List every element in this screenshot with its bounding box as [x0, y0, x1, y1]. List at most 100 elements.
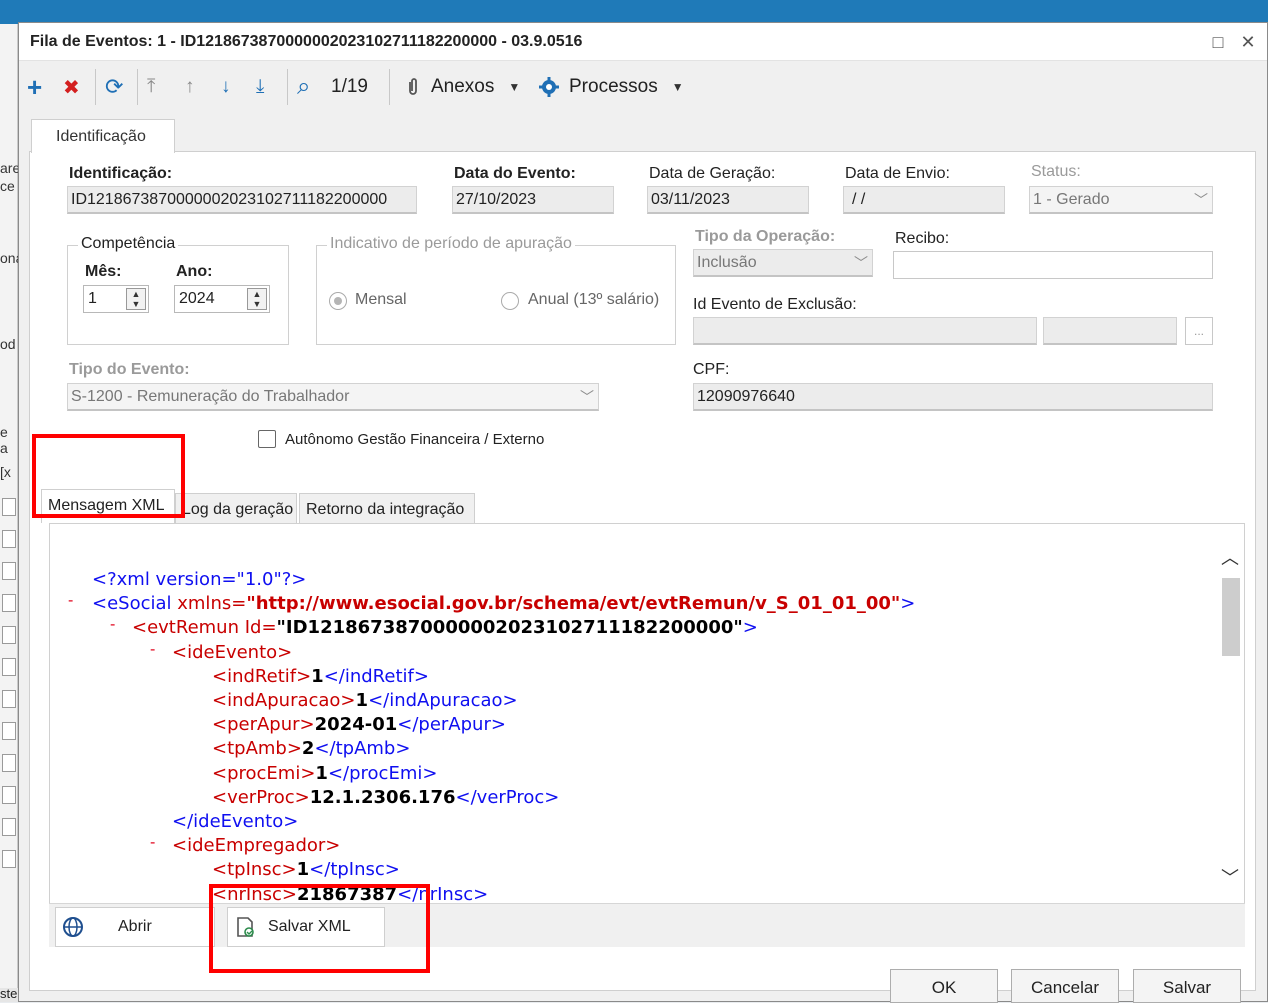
background-checkbox[interactable]	[2, 594, 16, 612]
status-label: Status:	[1031, 163, 1081, 180]
data-evento-field[interactable]: 27/10/2023	[452, 186, 614, 214]
delete-icon[interactable]: ✖	[63, 71, 80, 103]
scroll-up-icon[interactable]: ︿	[1220, 544, 1240, 568]
attachments-label: Anexos	[431, 76, 495, 97]
background-text-fragment: e a	[0, 424, 8, 456]
first-record-icon[interactable]: ⤒	[147, 71, 155, 103]
cpf-field[interactable]: 12090976640	[693, 383, 1213, 411]
xml-declaration: <?xml version="1.0"?>	[92, 569, 307, 590]
id-evento-exclusao-secondary-field[interactable]	[1043, 317, 1177, 345]
gear-icon	[539, 77, 559, 97]
previous-record-icon[interactable]: ↑	[185, 71, 195, 103]
processes-button[interactable]: Processos ▼	[539, 71, 684, 103]
background-checkbox[interactable]	[2, 722, 16, 740]
refresh-icon[interactable]: ⟳	[105, 71, 123, 103]
background-checkbox[interactable]	[2, 786, 16, 804]
tab-retorno-integracao[interactable]: Retorno da integração	[299, 493, 475, 523]
xml-tpamb: <tpAmb>2</tpAmb>	[212, 738, 411, 759]
recibo-field[interactable]	[893, 251, 1213, 279]
cancel-button[interactable]: Cancelar	[1011, 969, 1119, 1003]
background-checkbox[interactable]	[2, 754, 16, 772]
collapse-toggle[interactable]: -	[68, 592, 73, 610]
ano-stepper[interactable]: 2024 ▲ ▼	[174, 285, 270, 313]
toolbar-separator	[137, 69, 138, 105]
scroll-thumb[interactable]	[1222, 578, 1240, 656]
anual-radio[interactable]	[501, 292, 519, 310]
globe-icon	[63, 917, 83, 937]
recibo-label: Recibo:	[895, 230, 950, 247]
background-text-fragment: [x	[0, 464, 11, 480]
anual-label: Anual (13º salário)	[528, 291, 660, 308]
lookup-button[interactable]: ...	[1185, 317, 1213, 345]
background-checkbox[interactable]	[2, 562, 16, 580]
competencia-legend: Competência	[78, 235, 179, 253]
last-record-icon[interactable]: ⤓	[256, 71, 264, 103]
id-evento-exclusao-label: Id Evento de Exclusão:	[693, 296, 857, 313]
data-geracao-label: Data de Geração:	[649, 165, 776, 182]
data-envio-field[interactable]: / /	[843, 186, 1005, 214]
background-checkbox[interactable]	[2, 690, 16, 708]
status-select[interactable]: 1 - Gerado ﹀	[1029, 186, 1213, 214]
abrir-label: Abrir	[118, 918, 152, 935]
tipo-operacao-select[interactable]: Inclusão ﹀	[693, 249, 873, 277]
chevron-down-icon: ﹀	[1194, 192, 1208, 208]
dialog-title: Fila de Eventos: 1 - ID12186738700000020…	[30, 33, 583, 50]
tipo-evento-select[interactable]: S-1200 - Remuneração do Trabalhador ﹀	[67, 383, 599, 411]
xml-viewer[interactable]: <?xml version="1.0"?> - <eSocial xmlns="…	[49, 523, 1245, 913]
stepper-arrows-icon[interactable]: ▲ ▼	[126, 288, 146, 310]
background-app-titlebar	[0, 0, 1268, 24]
cpf-label: CPF:	[693, 361, 730, 378]
dialog-titlebar: Fila de Eventos: 1 - ID12186738700000020…	[19, 23, 1267, 61]
collapse-toggle[interactable]: -	[150, 641, 155, 659]
id-evento-exclusao-field[interactable]	[693, 317, 1037, 345]
xml-evtremun-node: <evtRemun Id="ID121867387000000202310271…	[132, 617, 758, 638]
autonomo-checkbox[interactable]	[258, 430, 276, 448]
mes-stepper[interactable]: 1 ▲ ▼	[83, 285, 149, 313]
add-icon[interactable]: +	[27, 71, 42, 103]
search-icon[interactable]: ⌕	[297, 71, 310, 103]
xml-verproc: <verProc>12.1.2306.176</verProc>	[212, 787, 560, 808]
mensal-radio[interactable]	[329, 292, 347, 310]
salvar-xml-button[interactable]: Salvar XML	[227, 907, 385, 947]
tipo-operacao-value: Inclusão	[697, 254, 757, 271]
processes-label: Processos	[569, 76, 658, 97]
tipo-evento-value: S-1200 - Remuneração do Trabalhador	[71, 388, 350, 405]
background-app-sidebar: are ce ona od e a [x	[0, 24, 23, 1002]
indicativo-legend: Indicativo de período de apuração	[327, 235, 575, 253]
autonomo-label: Autônomo Gestão Financeira / Externo	[285, 431, 545, 448]
background-checkbox[interactable]	[2, 818, 16, 836]
next-record-icon[interactable]: ↓	[221, 71, 231, 103]
tab-log-geracao[interactable]: Log da geração	[175, 493, 297, 523]
collapse-toggle[interactable]: -	[150, 834, 155, 852]
background-checkbox[interactable]	[2, 626, 16, 644]
mensal-label: Mensal	[355, 291, 407, 308]
identificacao-field[interactable]: ID1218673870000002023102711182200000	[67, 186, 417, 214]
data-geracao-field[interactable]: 03/11/2023	[647, 186, 809, 214]
data-envio-label: Data de Envio:	[845, 165, 950, 182]
close-icon[interactable]: ✕	[1237, 31, 1259, 53]
attachments-button[interactable]: Anexos ▼	[407, 71, 520, 103]
toolbar: + ✖ ⟳ ⤒ ↑ ↓ ⤓ ⌕ 1/19 Anexos ▼ Processos …	[19, 63, 1267, 111]
background-checkbox[interactable]	[2, 498, 16, 516]
maximize-icon[interactable]: □	[1207, 31, 1229, 53]
background-checkbox[interactable]	[2, 530, 16, 548]
tab-identificacao[interactable]: Identificação	[31, 119, 175, 153]
xml-tpinsc: <tpInsc>1</tpInsc>	[212, 859, 400, 880]
background-text-fragment: ste	[0, 986, 18, 1001]
background-text-fragment: od	[0, 336, 16, 352]
chevron-down-icon: ▼	[671, 80, 684, 94]
abrir-button[interactable]: Abrir	[55, 907, 215, 947]
save-button[interactable]: Salvar	[1133, 969, 1241, 1003]
save-file-icon	[237, 917, 254, 937]
ok-button[interactable]: OK	[890, 969, 998, 1003]
identificacao-label: Identificação:	[69, 165, 173, 182]
tab-mensagem-xml[interactable]: Mensagem XML	[41, 489, 175, 523]
collapse-toggle[interactable]: -	[110, 616, 115, 634]
background-checkbox[interactable]	[2, 850, 16, 868]
status-value: 1 - Gerado	[1033, 191, 1110, 208]
stepper-arrows-icon[interactable]: ▲ ▼	[247, 288, 267, 310]
xml-scrollbar[interactable]: ︿ ﹀	[1216, 524, 1244, 912]
background-checkbox[interactable]	[2, 658, 16, 676]
scroll-down-icon[interactable]: ﹀	[1220, 864, 1240, 888]
salvar-xml-label: Salvar XML	[268, 918, 351, 935]
